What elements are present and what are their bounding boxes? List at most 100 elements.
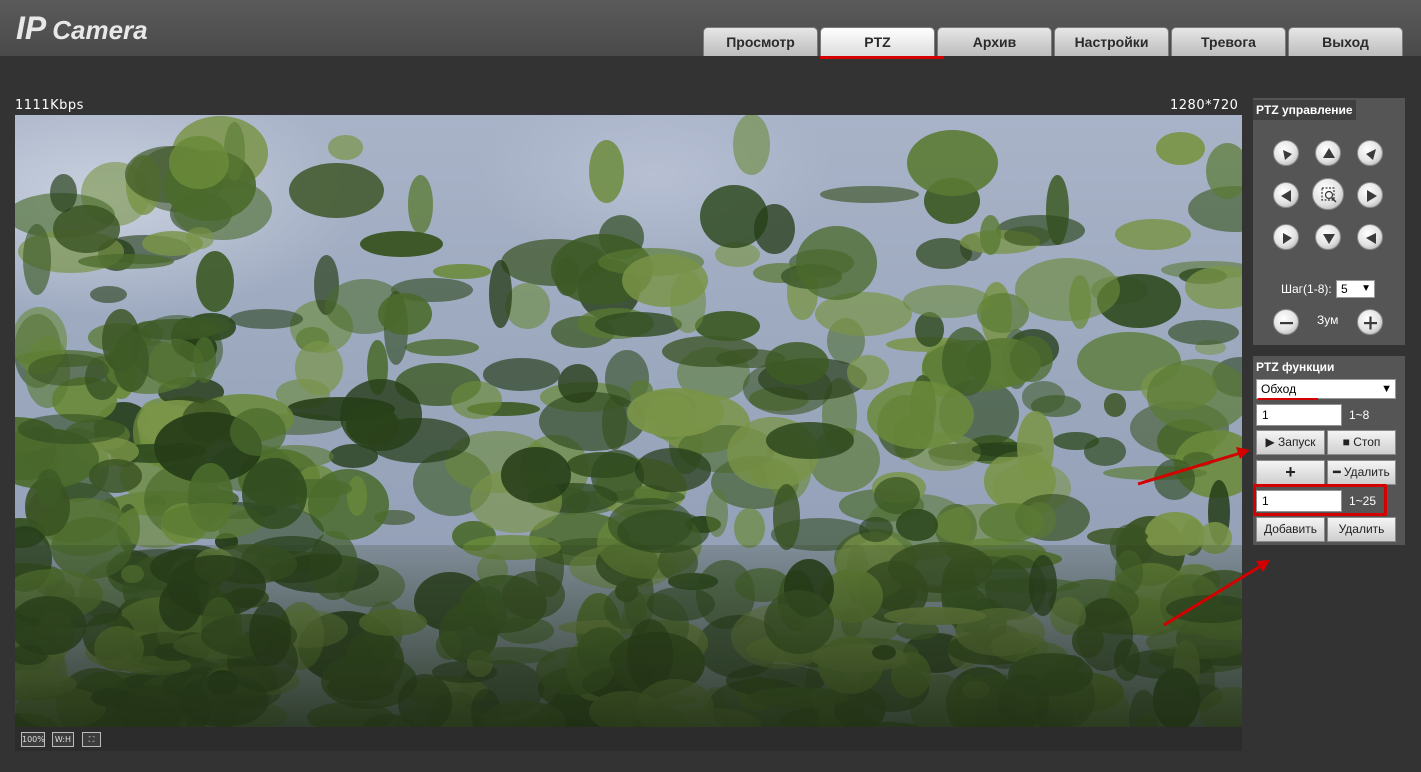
tab-ptz[interactable]: PTZ (820, 27, 935, 56)
zoom-in-button[interactable] (1357, 309, 1383, 335)
foliage-patch (859, 517, 893, 543)
foliage-patch (17, 414, 126, 444)
foliage-patch (78, 253, 174, 270)
triangle-down-icon (1323, 234, 1335, 244)
logo-camera-text: Camera (52, 15, 148, 45)
chevron-down-icon: ▼ (1361, 283, 1371, 294)
foliage-patch (627, 388, 724, 437)
bitrate-readout: 1111Kbps (15, 98, 84, 113)
minus-icon (1280, 322, 1293, 325)
ptz-mode-value: Обход (1261, 382, 1297, 396)
delete-minus-label: Удалить (1343, 465, 1390, 479)
add-button[interactable]: Добавить (1256, 517, 1325, 542)
foliage-patch (377, 293, 432, 336)
live-video-view[interactable] (15, 115, 1242, 727)
delete-button[interactable]: Удалить (1327, 517, 1396, 542)
ptz-auto-focus-button[interactable] (1312, 178, 1344, 210)
fullscreen-button[interactable]: ⛶ (82, 732, 101, 747)
foliage-patch (288, 163, 385, 219)
line-number-input[interactable]: 1 (1256, 404, 1342, 426)
foliage-patch (979, 214, 1001, 255)
resolution-readout: 1280*720 (1170, 98, 1239, 113)
zoom-label: Зум (1317, 313, 1339, 327)
ptz-down-left-button[interactable] (1273, 224, 1299, 250)
zoom-out-button[interactable] (1273, 309, 1299, 335)
foliage-patch (765, 342, 830, 385)
aspect-ratio-button[interactable]: W:H (52, 732, 74, 747)
chevron-down-icon: ▼ (1381, 383, 1392, 395)
triangle-down-left-icon (1283, 233, 1292, 244)
start-tour-label: Запуск (1278, 435, 1316, 449)
step-select[interactable]: 5 ▼ (1336, 280, 1375, 298)
foliage-patch (1103, 393, 1126, 417)
ptz-up-right-button[interactable] (1357, 140, 1383, 166)
foliage-patch (1156, 132, 1205, 166)
zoom-area-icon (1321, 187, 1337, 203)
tab-settings[interactable]: Настройки (1054, 27, 1169, 56)
stop-icon: ■ (1342, 435, 1350, 449)
tab-logout[interactable]: Выход (1288, 27, 1403, 56)
zoom-100-button[interactable]: 100% (21, 732, 45, 747)
foliage-patch (294, 341, 344, 396)
active-tab-annotation (820, 56, 944, 59)
tab-archive[interactable]: Архив (937, 27, 1052, 56)
line-range-label: 1~8 (1349, 408, 1370, 422)
foliage-patch (1015, 258, 1121, 321)
foliage-patch (169, 135, 229, 189)
foliage-patch (695, 310, 761, 341)
foliage-patch (327, 135, 363, 160)
foliage-patch (53, 205, 120, 253)
ptz-up-button[interactable] (1315, 140, 1341, 166)
ptz-up-left-button[interactable] (1273, 140, 1299, 166)
ptz-control-panel: PTZ управление Шаг(1-8): 5 ▼ Зум (1253, 98, 1405, 345)
foliage-patch (866, 380, 975, 450)
foliage-patch (192, 336, 216, 384)
foliage-patch (705, 489, 728, 538)
minus-icon: ━ (1333, 465, 1341, 479)
triangle-down-left-icon (1283, 150, 1292, 160)
foliage-patch (907, 130, 999, 197)
foliage-patch (500, 447, 572, 503)
tab-view[interactable]: Просмотр (703, 27, 818, 56)
triangle-down-right-icon (1366, 233, 1376, 244)
ptz-left-button[interactable] (1273, 182, 1299, 208)
foliage-patch (113, 331, 149, 392)
triangle-up-icon (1323, 148, 1335, 158)
foliage-patch (90, 285, 127, 303)
header-bar: IP Camera Просмотр PTZ Архив Настройки Тр… (0, 0, 1421, 56)
foliage-patch (594, 311, 683, 338)
foliage-patch (608, 498, 693, 551)
ptz-right-button[interactable] (1357, 182, 1383, 208)
logo-ip-text: IP (16, 10, 47, 46)
step-select-value: 5 (1341, 282, 1348, 296)
foliage-patch (339, 379, 423, 451)
add-preset-plus-button[interactable]: + (1256, 460, 1325, 485)
foliage-patch (1016, 411, 1055, 482)
foliage-patch (405, 339, 480, 357)
foliage-patch (796, 226, 877, 300)
ptz-down-right-button[interactable] (1357, 224, 1383, 250)
sub-bar (0, 56, 1421, 98)
stop-tour-button[interactable]: ■ Стоп (1327, 430, 1396, 455)
foliage-patch (175, 316, 231, 335)
foliage-patch (1004, 226, 1051, 247)
ptz-control-title: PTZ управление (1253, 100, 1356, 120)
tab-alarm[interactable]: Тревога (1171, 27, 1286, 56)
foliage-patch (360, 230, 443, 257)
step-label: Шаг(1-8): (1281, 282, 1332, 296)
foliage-patch (1205, 142, 1242, 199)
foliage-patch (846, 354, 890, 390)
foliage-patch (765, 421, 855, 460)
foliage-patch (772, 484, 800, 551)
foliage-patch (634, 447, 712, 492)
foliage-patch (433, 263, 492, 279)
play-icon: ▶ (1265, 435, 1275, 449)
ptz-mode-select[interactable]: Обход ▼ (1256, 379, 1396, 399)
foliage-patch (488, 259, 512, 329)
start-tour-button[interactable]: ▶ Запуск (1256, 430, 1325, 455)
foliage-patch (407, 175, 434, 234)
triangle-right-icon (1367, 190, 1377, 202)
delete-preset-minus-button[interactable]: ━ Удалить (1327, 460, 1396, 485)
foliage-patch (49, 173, 77, 213)
ptz-down-button[interactable] (1315, 224, 1341, 250)
